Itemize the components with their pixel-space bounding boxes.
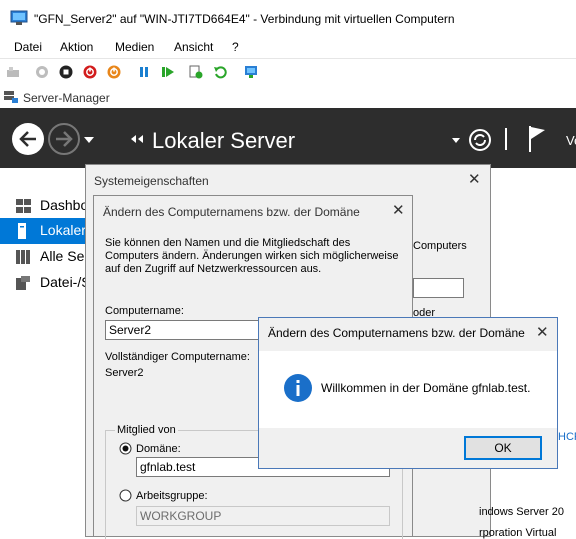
- menu-datei[interactable]: Datei: [14, 40, 42, 54]
- header-partial-menu[interactable]: Ve: [566, 133, 576, 148]
- start-icon[interactable]: [35, 65, 49, 79]
- vm-monitor-icon: [10, 10, 28, 25]
- server-manager-icon: [4, 91, 18, 103]
- nav-label-file-services: Datei-/S: [40, 274, 91, 290]
- close-icon[interactable]: ✕: [468, 170, 481, 188]
- server-manager-nav: Dashbo Lokaler Alle Ser Datei-/S: [0, 168, 91, 537]
- message-box-body: Willkommen in der Domäne gfnlab.test.: [259, 351, 557, 428]
- header-divider: [505, 128, 507, 150]
- nav-item-all-servers[interactable]: Alle Ser: [0, 244, 90, 270]
- workgroup-label: Arbeitsgruppe:: [136, 490, 208, 502]
- server-manager-titlebar: Server-Manager: [0, 86, 576, 108]
- enhanced-session-icon[interactable]: [244, 65, 258, 79]
- menu-aktion[interactable]: Aktion: [60, 40, 93, 54]
- nav-item-file-services[interactable]: Datei-/S: [0, 270, 91, 296]
- pause-icon[interactable]: [137, 65, 151, 79]
- vm-window-title: "GFN_Server2" auf "WIN-JTI7TD664E4" - Ve…: [34, 12, 455, 26]
- turn-off-icon[interactable]: [59, 65, 73, 79]
- file-services-icon: [16, 276, 30, 290]
- refresh-dropdown-icon[interactable]: [452, 138, 460, 143]
- close-icon[interactable]: ✕: [536, 323, 549, 341]
- message-text: Willkommen in der Domäne gfnlab.test.: [321, 381, 531, 395]
- message-box: Ändern des Computernamens bzw. der Domän…: [258, 317, 558, 469]
- vm-toolbar: [0, 58, 576, 88]
- checkpoint-icon[interactable]: [189, 65, 203, 79]
- bg-fragment-hcp: HCP: [558, 431, 576, 443]
- arrow-left-icon: [19, 131, 36, 147]
- nav-item-local-server[interactable]: Lokaler: [0, 218, 88, 244]
- rename-dialog-title: Ändern des Computernamens bzw. der Domän…: [103, 205, 360, 219]
- breadcrumb-separator-icon: [131, 135, 143, 143]
- bg-fragment-computers: Computers: [413, 240, 467, 252]
- domain-radio[interactable]: [119, 442, 132, 455]
- menu-help[interactable]: ?: [232, 40, 239, 54]
- system-properties-title: Systemeigenschaften: [94, 174, 209, 188]
- rename-intro-text: Sie können den Namen und die Mitgliedsch…: [105, 237, 399, 275]
- computername-label: Computername:: [105, 305, 184, 317]
- vm-window-titlebar: "GFN_Server2" auf "WIN-JTI7TD664E4" - Ve…: [0, 0, 576, 38]
- server-manager-title: Server-Manager: [23, 91, 110, 105]
- nav-item-dashboard[interactable]: Dashbo: [0, 193, 88, 219]
- close-icon[interactable]: ✕: [392, 201, 405, 219]
- dashboard-icon: [16, 199, 31, 213]
- bg-fragment-virtual: rporation Virtual: [479, 527, 557, 539]
- message-box-title: Ändern des Computernamens bzw. der Domän…: [268, 326, 525, 340]
- bg-fragment-field: [413, 278, 464, 298]
- menu-ansicht[interactable]: Ansicht: [174, 40, 213, 54]
- local-server-icon: [18, 223, 26, 239]
- menu-medien[interactable]: Medien: [115, 40, 154, 54]
- domain-label: Domäne:: [136, 443, 181, 455]
- workgroup-input: WORKGROUP: [136, 506, 390, 526]
- chevron-down-icon[interactable]: [84, 137, 94, 143]
- bg-fragment-windows-server: indows Server 20: [479, 506, 564, 518]
- ok-button[interactable]: OK: [464, 436, 542, 460]
- computername-input[interactable]: Server2: [105, 320, 265, 340]
- shutdown-icon[interactable]: [83, 65, 97, 79]
- member-of-label: Mitglied von: [115, 424, 178, 436]
- arrow-right-icon: [56, 131, 73, 147]
- back-button[interactable]: [12, 123, 44, 155]
- nav-label-dashboard: Dashbo: [40, 197, 89, 213]
- revert-icon[interactable]: [213, 65, 227, 79]
- info-icon: [284, 374, 312, 402]
- full-name-label: Vollständiger Computername:: [105, 351, 250, 363]
- full-name-value: Server2: [105, 367, 144, 379]
- ctrl-alt-del-icon[interactable]: [6, 65, 20, 79]
- flag-icon[interactable]: [528, 126, 546, 152]
- forward-button[interactable]: [48, 123, 80, 155]
- nav-label-all-servers: Alle Ser: [40, 248, 90, 264]
- vm-menubar: Datei Aktion Medien Ansicht ?: [0, 38, 576, 58]
- all-servers-icon: [16, 250, 30, 264]
- server-manager-header: Lokaler Server Ve: [0, 108, 576, 168]
- nav-label-local-server: Lokaler: [40, 222, 86, 238]
- page-title: Lokaler Server: [152, 128, 296, 153]
- refresh-icon[interactable]: [468, 128, 492, 152]
- save-state-icon[interactable]: [107, 65, 121, 79]
- workgroup-radio[interactable]: [119, 489, 132, 502]
- reset-icon[interactable]: [161, 65, 175, 79]
